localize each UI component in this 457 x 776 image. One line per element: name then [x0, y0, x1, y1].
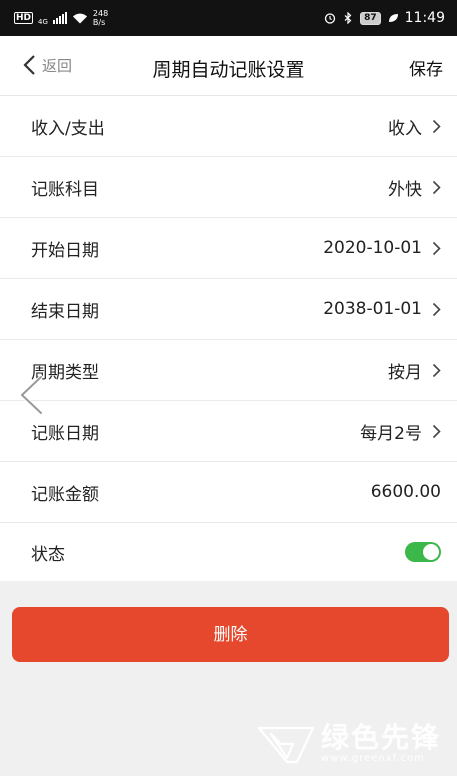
status-bar-right: 87 11:49	[324, 10, 445, 26]
chevron-right-icon	[432, 424, 441, 438]
chevron-left-icon[interactable]	[16, 374, 46, 416]
status-bar: HD 4G 248 B/s 87 11:49	[0, 0, 457, 36]
row-label: 记账金额	[31, 484, 99, 505]
row-booking-date[interactable]: 记账日期 每月2号	[0, 401, 457, 462]
row-end-date[interactable]: 结束日期 2038-01-01	[0, 279, 457, 340]
chevron-right-icon	[432, 180, 441, 194]
watermark: 绿色先锋 www.greenxf.com	[257, 722, 441, 766]
row-value-group: 外快	[388, 175, 441, 200]
chevron-left-icon	[23, 55, 35, 75]
row-value-group: 2038-01-01	[323, 299, 441, 319]
signal-icon	[52, 12, 67, 24]
row-amount[interactable]: 记账金额 6600.00	[0, 462, 457, 523]
network-type: 4G	[38, 18, 48, 26]
clock-time: 11:49	[404, 10, 445, 26]
row-label: 开始日期	[31, 240, 99, 261]
row-value: 按月	[388, 362, 422, 383]
row-value: 2038-01-01	[323, 299, 422, 319]
row-value: 2020-10-01	[323, 238, 422, 258]
wifi-icon	[72, 13, 87, 24]
row-label: 收入/支出	[31, 118, 105, 139]
row-income-expense[interactable]: 收入/支出 收入	[0, 96, 457, 157]
settings-list: 收入/支出 收入 记账科目 外快 开始日期 2020-10-01 结束日期 20…	[0, 96, 457, 581]
chevron-right-icon	[432, 241, 441, 255]
bluetooth-icon	[344, 12, 352, 24]
amount-value: 6600.00	[370, 482, 441, 502]
row-value-group: 每月2号	[360, 419, 441, 444]
row-value-group: 2020-10-01	[323, 238, 441, 258]
row-cycle-type[interactable]: 周期类型 按月	[0, 340, 457, 401]
watermark-url: www.greenxf.com	[320, 753, 425, 764]
back-button[interactable]: 返回	[22, 54, 72, 76]
status-bar-left: HD 4G 248 B/s	[14, 9, 108, 27]
row-value-group: 收入	[388, 114, 441, 139]
row-label: 记账科目	[31, 179, 99, 200]
hd-badge: HD	[14, 12, 34, 24]
delete-button[interactable]: 删除	[12, 607, 449, 662]
row-label: 记账日期	[31, 423, 99, 444]
watermark-title: 绿色先锋	[320, 721, 441, 754]
alarm-icon	[324, 13, 336, 24]
network-speed-value: 248	[92, 9, 109, 18]
row-value-group: 按月	[388, 358, 441, 383]
row-value: 每月2号	[360, 423, 422, 444]
row-start-date[interactable]: 开始日期 2020-10-01	[0, 218, 457, 279]
chevron-right-icon	[432, 119, 441, 133]
network-speed-unit: B/s	[92, 18, 106, 27]
back-label: 返回	[42, 56, 73, 75]
nav-header: 周期自动记账设置 返回 保存	[0, 36, 457, 96]
row-label: 结束日期	[31, 301, 99, 322]
watermark-text: 绿色先锋 www.greenxf.com	[321, 723, 441, 765]
leaf-icon	[388, 14, 398, 22]
row-account-subject[interactable]: 记账科目 外快	[0, 157, 457, 218]
battery-level: 87	[364, 12, 377, 23]
chevron-right-icon	[432, 302, 441, 316]
row-label: 状态	[31, 544, 65, 565]
watermark-logo-icon	[257, 726, 315, 764]
network-speed: 248 B/s	[93, 9, 108, 27]
row-status: 状态	[0, 523, 457, 581]
chevron-right-icon	[432, 363, 441, 377]
save-button[interactable]: 保存	[409, 36, 443, 96]
row-value: 外快	[388, 179, 422, 200]
row-value-group: 6600.00	[371, 482, 441, 502]
battery-icon: 87	[360, 11, 381, 25]
status-toggle[interactable]	[405, 542, 441, 562]
row-value: 收入	[388, 118, 422, 139]
